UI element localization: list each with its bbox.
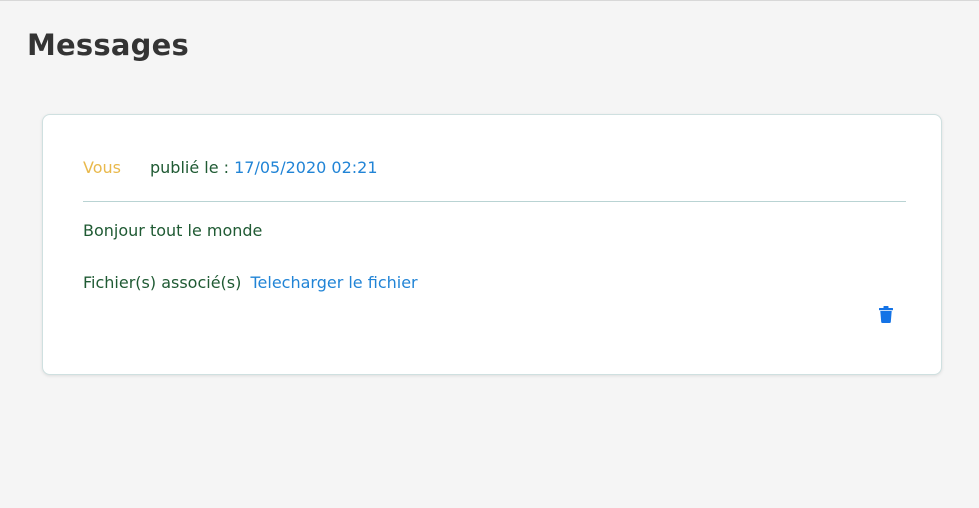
message-body: Bonjour tout le monde [83,221,263,240]
attachments-row: Fichier(s) associé(s) Telecharger le fic… [83,273,418,292]
download-file-link[interactable]: Telecharger le fichier [250,273,417,292]
delete-message-button[interactable] [878,305,894,323]
message-card: Vous publié le : 17/05/2020 02:21 Bonjour… [42,114,942,375]
message-header: Vous publié le : 17/05/2020 02:21 [83,158,378,177]
page-title: Messages [27,28,189,62]
divider [83,201,906,202]
attachments-label: Fichier(s) associé(s) [83,273,242,292]
trash-icon [879,305,893,323]
posted-label: publié le : [150,158,235,177]
posted-date: 17/05/2020 02:21 [234,158,378,177]
top-border [0,0,979,1]
message-author: Vous [83,158,121,177]
